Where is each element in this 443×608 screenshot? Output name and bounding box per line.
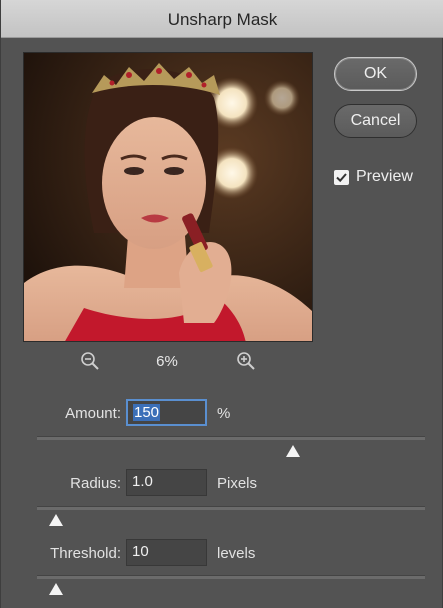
- threshold-slider-thumb[interactable]: [49, 582, 64, 595]
- amount-input[interactable]: 150: [126, 399, 207, 426]
- cancel-button[interactable]: Cancel: [334, 104, 417, 138]
- preview-photo: [24, 53, 312, 341]
- radius-label: Radius:: [70, 475, 121, 492]
- preview-image[interactable]: [23, 52, 313, 342]
- dialog-title: Unsharp Mask: [167, 10, 278, 29]
- radius-slider-thumb[interactable]: [49, 513, 64, 526]
- title-bar[interactable]: Unsharp Mask: [1, 0, 443, 38]
- threshold-unit: levels: [217, 545, 256, 562]
- amount-value: 150: [133, 404, 161, 421]
- threshold-value: 10: [132, 543, 149, 560]
- amount-slider-thumb[interactable]: [286, 444, 301, 457]
- threshold-label: Threshold:: [50, 545, 121, 562]
- preview-checkbox[interactable]: Preview: [334, 168, 413, 186]
- radius-slider-track[interactable]: [37, 506, 425, 510]
- zoom-level: 6%: [156, 353, 178, 370]
- radius-unit: Pixels: [217, 475, 258, 492]
- checkbox-checked-icon[interactable]: [334, 169, 349, 185]
- zoom-out-icon[interactable]: [79, 350, 101, 372]
- amount-unit: %: [217, 405, 231, 422]
- amount-label: Amount:: [65, 405, 121, 422]
- ok-button[interactable]: OK: [334, 57, 417, 91]
- threshold-slider-track[interactable]: [37, 575, 425, 579]
- unsharp-mask-dialog: Unsharp Mask 6% OK Cancel Preview Amount…: [0, 0, 443, 608]
- zoom-in-icon[interactable]: [235, 350, 257, 372]
- radius-value: 1.0: [132, 473, 153, 490]
- radius-input[interactable]: 1.0: [126, 469, 207, 496]
- preview-label: Preview: [356, 168, 413, 185]
- amount-slider-track[interactable]: [37, 436, 425, 440]
- threshold-input[interactable]: 10: [126, 539, 207, 566]
